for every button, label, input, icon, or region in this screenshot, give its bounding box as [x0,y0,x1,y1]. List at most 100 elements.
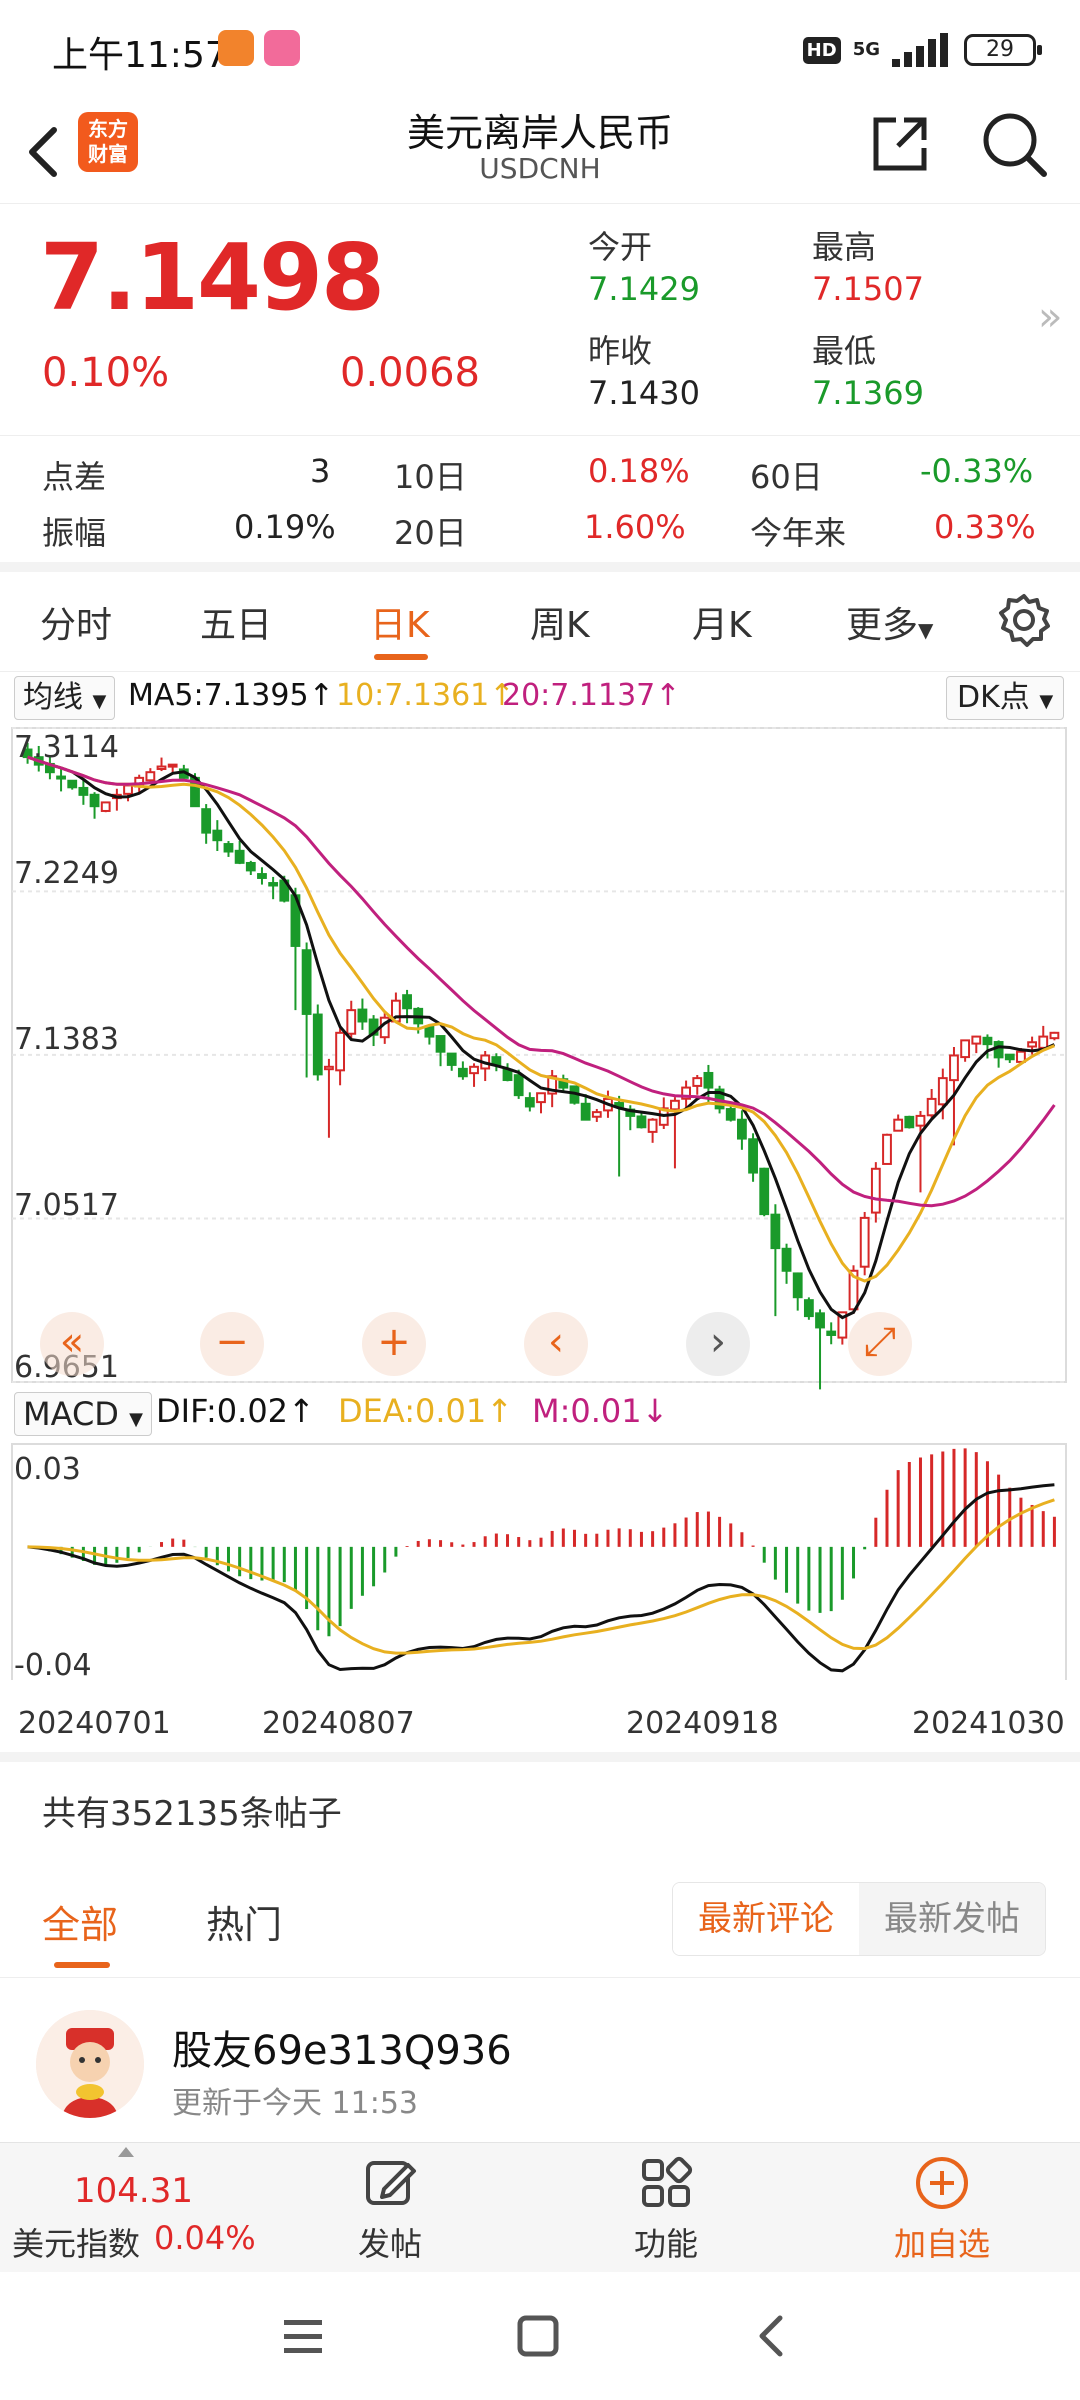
tab-intraday[interactable]: 分时 [40,596,112,648]
divider [0,1752,1080,1762]
candle-body [915,1114,926,1127]
candle-body [123,784,133,795]
network-label: 5G [852,39,880,60]
caret-down-icon: ▼ [129,1409,143,1430]
user-avatar-icon [36,2010,144,2118]
candle-body [926,1097,937,1117]
index-value[interactable]: 104.31 [74,2171,193,2211]
y-tick-label: 7.1383 [14,1022,119,1057]
gear-icon[interactable] [996,592,1052,648]
candle-body [904,1115,915,1129]
post-button[interactable]: 发帖 [320,2155,460,2265]
candle-body [435,1035,446,1053]
candle-body [1038,1035,1049,1049]
candle-body [703,1071,714,1089]
tab-monthly-k[interactable]: 月K [692,596,752,648]
caret-down-icon: ▼ [918,618,934,642]
candle-body [781,1247,792,1272]
scroll-left-button[interactable]: ‹ [524,1312,588,1376]
candle-body [547,1075,558,1095]
ma10-line [27,755,1055,1283]
candle-body [714,1088,725,1110]
tab-weekly-k[interactable]: 周K [530,596,590,648]
candle-body [89,793,100,808]
candle-body [513,1074,524,1097]
battery-icon: 29 [964,34,1042,66]
status-time: 上午11:57 [52,35,228,76]
tab-hot[interactable]: 热门 [206,1894,282,1949]
list-item[interactable]: 股友69e313Q936 更新于今天 11:53 [0,1990,1080,2140]
candle-body [536,1092,546,1104]
sort-latest-post[interactable]: 最新发帖 [859,1883,1045,1955]
back-nav-icon[interactable] [748,2312,796,2360]
candle-body [446,1052,457,1066]
d60-value: -0.33% [920,452,1034,490]
candle-body [335,1031,346,1072]
date-axis: 20240701 20240807 20240918 20241030 [0,1696,1080,1752]
scroll-start-button[interactable]: « [40,1312,104,1376]
candle-body [1004,1053,1015,1061]
open-label: 今开 [588,228,653,266]
top-nav: 东方 财富 美元离岸人民币 USDCNH [0,96,1080,204]
zoom-out-button[interactable]: − [200,1312,264,1376]
share-icon[interactable] [868,112,932,176]
add-watchlist-button[interactable]: 加自选 [872,2155,1012,2265]
candle-body [491,1056,502,1066]
candle-body [56,775,66,780]
date-tick: 20240701 [18,1706,171,1741]
y-tick-label: 7.3114 [14,730,119,765]
candle-body [502,1068,513,1082]
post-username[interactable]: 股友69e313Q936 [172,2018,512,2076]
amplitude-value: 0.19% [234,508,336,546]
macd-y-tick: -0.04 [14,1648,92,1683]
candle-body [413,1007,424,1025]
change-amount: 0.0068 [340,350,480,396]
scroll-right-button[interactable]: › [686,1312,750,1376]
hd-icon: HD [802,36,841,64]
tab-five-day[interactable]: 五日 [200,596,272,648]
date-tick: 20240918 [626,1706,779,1741]
dk-point-select[interactable]: DK点 ▼ [946,676,1065,720]
candle-body [111,793,122,800]
home-icon[interactable] [514,2312,562,2360]
chevron-right-icon[interactable]: » [1038,294,1062,340]
avatar[interactable] [36,2010,144,2118]
candle-body [882,1133,892,1165]
candle-body [190,776,200,808]
tab-daily-k[interactable]: 日K [370,596,430,648]
indicator-select[interactable]: 均线 ▼ [14,676,116,720]
candle-body [212,829,223,842]
open-value: 7.1429 [588,270,700,308]
status-bar: 上午11:57 HD 5G 29 [0,0,1080,96]
menu-icon[interactable] [280,2316,328,2356]
search-icon[interactable] [978,108,1050,180]
candle-body [625,1108,636,1117]
candle-body [223,843,234,853]
plus-circle-icon [916,2157,968,2209]
sort-latest-comment[interactable]: 最新评论 [673,1883,859,1955]
tab-all[interactable]: 全部 [42,1894,118,1949]
ma5-line [27,755,1056,1320]
candle-body [748,1138,758,1174]
fullscreen-button[interactable]: ⤢ [848,1312,912,1376]
candle-body [569,1085,580,1104]
zoom-in-button[interactable]: + [362,1312,426,1376]
macd-select[interactable]: MACD ▼ [14,1392,152,1436]
tab-more[interactable]: 更多▼ [846,596,933,648]
candle-body [937,1077,948,1106]
candle-body [982,1036,993,1046]
function-button[interactable]: 功能 [596,2155,736,2265]
candle-body [993,1041,1004,1059]
candle-body [301,949,312,1015]
candle-body [949,1054,959,1082]
candle-body [268,882,279,887]
candle-body [692,1077,703,1087]
quote-panel[interactable]: 7.1498 0.10% 0.0068 今开 7.1429 最高 7.1507 … [0,204,1080,436]
ma20-legend: 20:7.1137↑ [502,678,681,713]
candle-body [826,1330,837,1336]
caret-down-icon: ▼ [1039,691,1054,712]
candle-body [971,1035,982,1045]
dif-legend: DIF:0.02↑ [156,1392,315,1430]
index-name[interactable]: 美元指数 [12,2219,140,2265]
candle-body [78,786,89,796]
